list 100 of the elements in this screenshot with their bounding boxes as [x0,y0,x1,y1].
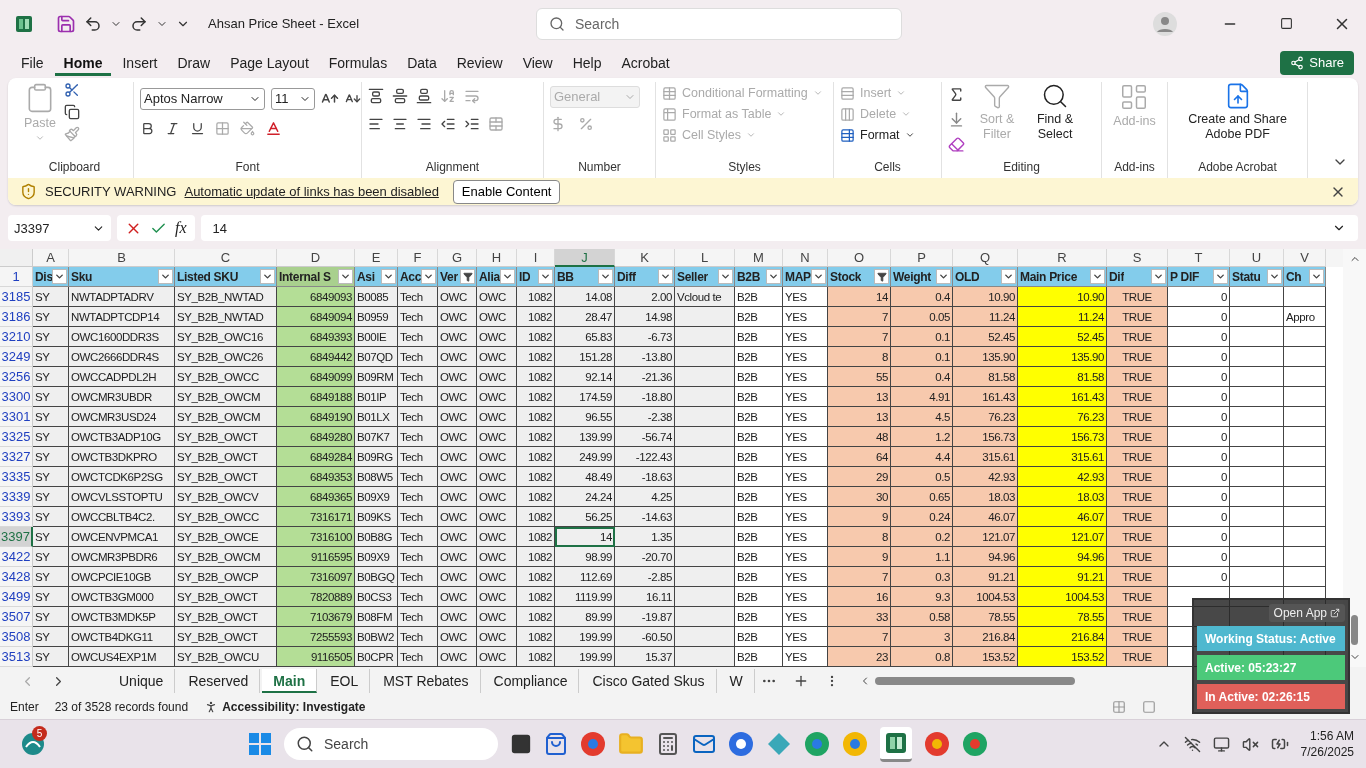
scrollbar-thumb[interactable] [1351,615,1358,646]
menu-tab[interactable]: Help [563,49,611,76]
cells-button[interactable]: Format [840,127,915,143]
browser-icon[interactable] [924,731,950,758]
open-app-button[interactable]: Open App [1268,604,1345,622]
bold-icon[interactable] [140,120,155,136]
clock-time[interactable]: 1:56 AM [1309,729,1354,744]
create-pdf-button[interactable]: Create and Share Adobe PDF [1174,81,1301,160]
row-number[interactable]: 3393 [0,507,33,528]
warning-link[interactable]: Automatic update of links has been disabled [184,184,439,200]
mute-icon[interactable] [1241,735,1259,753]
menu-tab[interactable]: Draw [168,49,220,76]
browser-icon[interactable] [842,731,868,758]
menu-tab[interactable]: View [513,49,562,76]
row-number[interactable]: 3186 [0,307,33,328]
display-icon[interactable] [1212,735,1230,753]
filter-button[interactable] [811,269,826,285]
fill-icon[interactable] [948,110,965,128]
sheet-tab[interactable]: Reserved [177,669,261,694]
row-number[interactable]: 3335 [0,467,33,488]
filter-button[interactable] [158,269,173,285]
browser-icon[interactable] [962,731,988,758]
row-number[interactable]: 1 [0,267,33,288]
network-icon[interactable] [1183,735,1201,753]
filter-button[interactable] [658,269,673,285]
row-number[interactable]: 3507 [0,607,33,628]
avatar-icon[interactable] [1152,10,1178,37]
start-icon[interactable] [248,732,272,757]
italic-icon[interactable] [165,120,180,136]
filter-button[interactable] [1309,269,1324,285]
font-name-field[interactable]: Aptos Narrow [140,87,265,110]
browser-icon[interactable] [804,731,830,758]
row-number[interactable]: 3422 [0,547,33,568]
column-letter[interactable]: J [555,249,615,268]
menu-tab[interactable]: Formulas [319,49,397,76]
filter-button[interactable] [1151,269,1166,285]
row-number[interactable]: 3249 [0,347,33,368]
filter-button[interactable] [500,269,515,285]
insert-function-button[interactable]: fx [175,219,187,238]
eraser-icon[interactable] [948,135,965,153]
menu-tab[interactable]: Review [447,49,512,76]
menu-tab[interactable]: Home [54,49,112,76]
filter-button[interactable] [421,269,436,285]
scrollbar-thumb[interactable] [874,677,1075,686]
filter-button[interactable] [598,269,613,285]
save-icon[interactable] [56,13,76,34]
clock-date[interactable]: 7/26/2025 [1300,745,1354,760]
calculator-icon[interactable] [656,732,680,757]
menu-tab[interactable]: Page Layout [221,49,318,76]
sheet-tab[interactable]: Cisco Gated Skus [581,669,717,694]
spreadsheet-icon[interactable] [880,726,912,762]
row-number[interactable]: 3256 [0,367,33,388]
search-field[interactable]: Search [536,7,902,40]
underline-icon[interactable] [190,120,205,136]
filter-button[interactable] [718,269,733,285]
task-view-icon[interactable] [510,733,532,756]
sheet-tab[interactable]: MST Rebates [372,669,481,694]
formula-input[interactable]: 14 [200,215,1358,242]
menu-tab[interactable]: File [12,49,53,76]
row-number[interactable]: 3513 [0,647,33,668]
taskbar-search-field[interactable]: Search [284,728,498,761]
sheet-tab[interactable]: W [718,669,755,694]
row-number[interactable]: 3397 [0,527,33,548]
filter-button[interactable] [338,269,353,285]
filter-button[interactable] [936,269,951,285]
bottom-align-icon[interactable] [416,87,432,104]
filter-active-button[interactable] [874,269,889,285]
filter-button[interactable] [766,269,781,285]
store-icon[interactable] [544,732,568,757]
editing-button[interactable]: Find & Select [1029,81,1081,160]
font-color-icon[interactable] [265,119,282,137]
redo-icon[interactable] [130,14,148,33]
row-number[interactable]: 3499 [0,587,33,608]
filter-button[interactable] [52,269,67,285]
filter-active-button[interactable] [460,269,475,285]
row-number[interactable]: 3428 [0,567,33,588]
row-number[interactable]: 3301 [0,407,33,428]
sheet-tab[interactable]: Compliance [482,669,580,694]
copy-icon[interactable] [64,103,80,120]
row-number[interactable]: 3325 [0,427,33,448]
share-button[interactable]: Share [1280,50,1354,75]
enable-content-button[interactable]: Enable Content [452,179,561,204]
filter-button[interactable] [538,269,553,285]
menu-tab[interactable]: Data [398,49,446,76]
filter-button[interactable] [1213,269,1228,285]
font-size-field[interactable]: 11 [271,87,315,110]
filter-button[interactable] [1001,269,1016,285]
restore-icon[interactable] [1279,17,1293,31]
filter-button[interactable] [381,269,396,285]
row-number[interactable]: 3508 [0,627,33,648]
browser-icon[interactable] [580,731,606,758]
row-number[interactable]: 3185 [0,287,33,308]
cut-icon[interactable] [64,81,80,98]
middle-align-icon[interactable] [392,87,408,104]
sheet-tab[interactable]: EOL [319,669,371,694]
row-number[interactable]: 3327 [0,447,33,468]
undo-icon[interactable] [84,14,102,33]
fill-color-icon[interactable] [240,120,255,136]
name-box[interactable]: J3397 [8,215,111,242]
menu-tab[interactable]: Acrobat [612,49,679,76]
